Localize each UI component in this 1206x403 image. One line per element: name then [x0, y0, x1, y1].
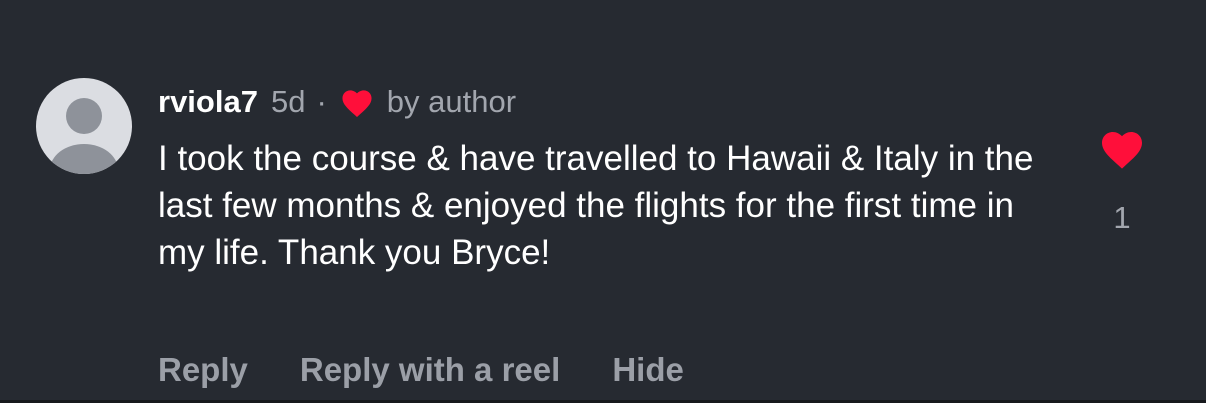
- like-button[interactable]: [1098, 126, 1146, 170]
- timestamp: 5d: [270, 84, 306, 119]
- avatar[interactable]: [36, 78, 132, 174]
- comment: rviola7 5d · by author I took the course…: [158, 82, 1058, 276]
- default-avatar-icon: [50, 98, 118, 174]
- separator-dot: ·: [316, 84, 327, 119]
- author-heart-icon: [339, 86, 375, 118]
- like-count: 1: [1113, 200, 1131, 235]
- reply-with-reel-button[interactable]: Reply with a reel: [300, 351, 560, 389]
- author-liked-label: by author: [386, 84, 517, 119]
- heart-filled-icon: [1102, 132, 1142, 169]
- comment-meta: rviola7 5d · by author: [158, 82, 1058, 122]
- reply-button[interactable]: Reply: [158, 351, 248, 389]
- hide-button[interactable]: Hide: [612, 351, 684, 389]
- comment-actions: Reply Reply with a reel Hide: [158, 351, 684, 389]
- comment-text: I took the course & have travelled to Ha…: [158, 139, 1034, 272]
- username[interactable]: rviola7: [158, 84, 258, 120]
